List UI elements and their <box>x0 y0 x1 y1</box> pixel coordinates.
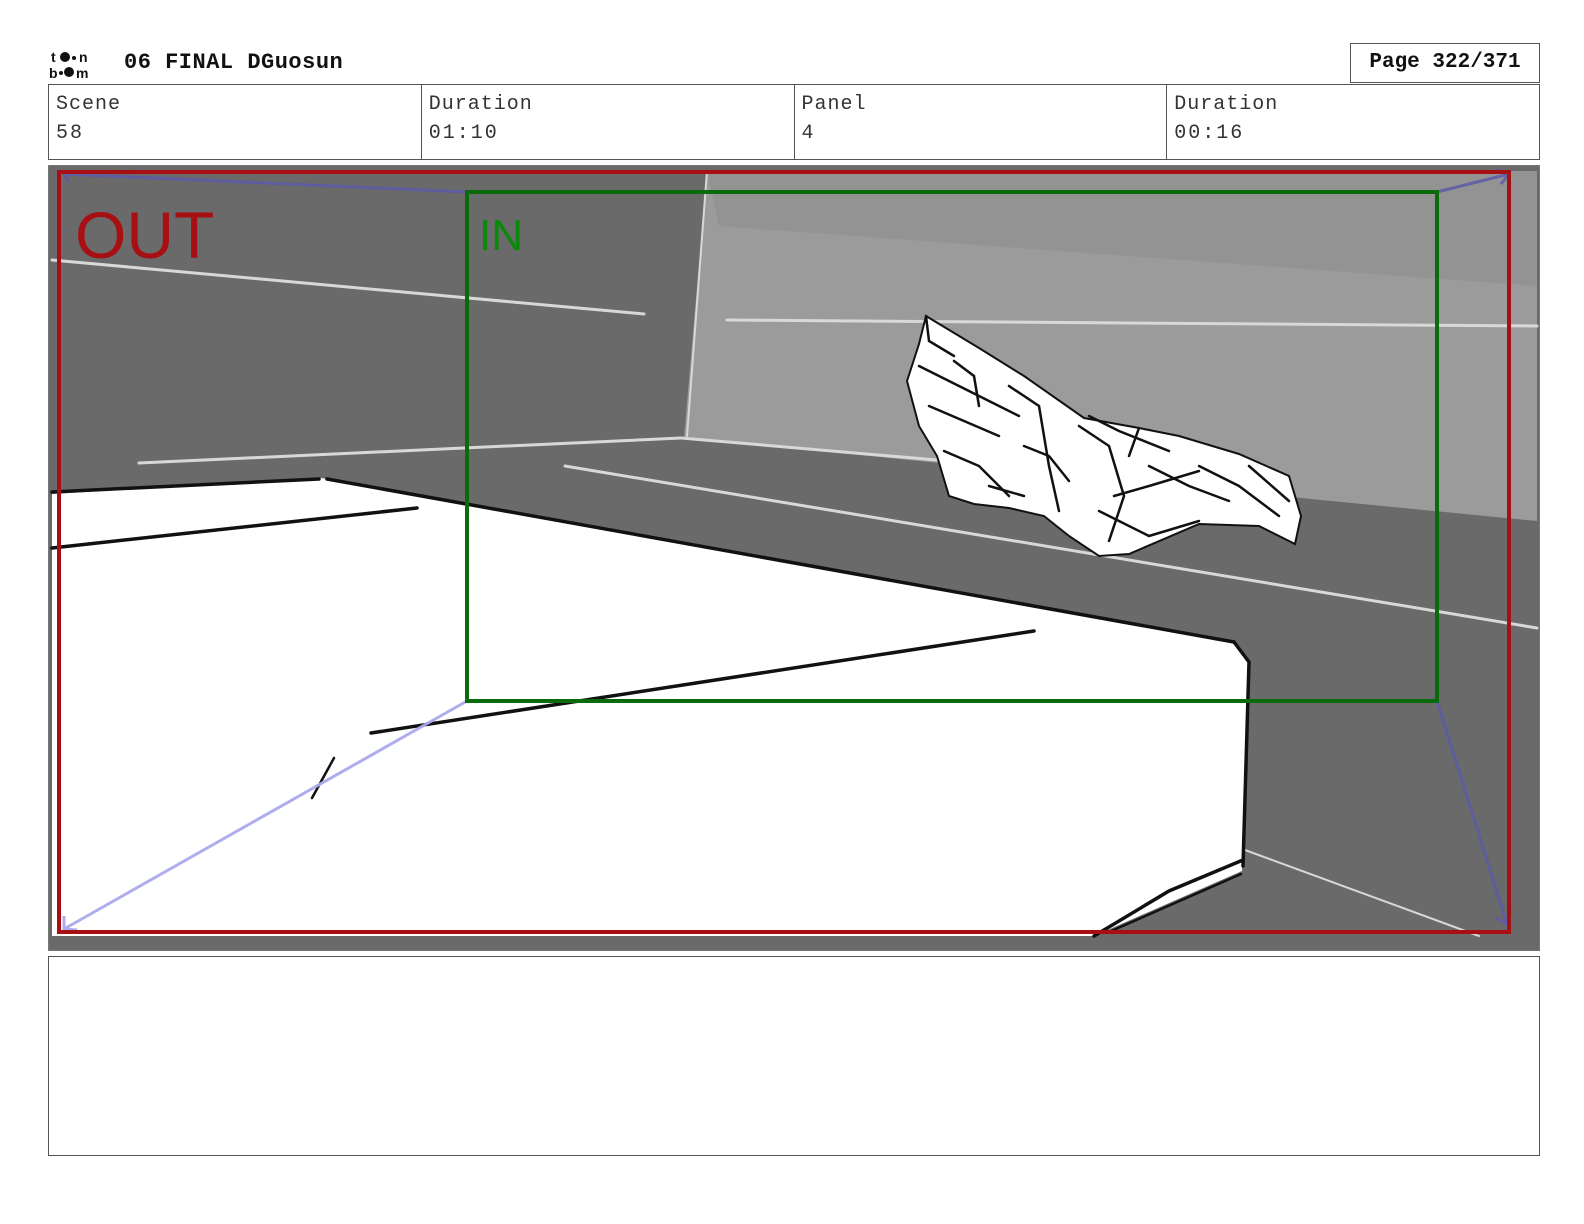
scene-label: Scene <box>56 93 122 116</box>
toon-boom-logo: t n b m <box>49 49 88 80</box>
scene-cell: Scene 58 <box>49 85 422 159</box>
document-title: 06 FINAL DGuosun <box>124 50 344 75</box>
out-label: OUT <box>75 198 214 272</box>
scene-info-table: Scene 58 Duration 01:10 Panel 4 Duration… <box>48 84 1540 160</box>
panel-duration-label: Duration <box>1174 93 1279 116</box>
scene-value: 58 <box>56 122 85 145</box>
svg-text:b: b <box>49 65 58 80</box>
panel-duration-cell: Duration 00:16 <box>1167 85 1539 159</box>
scene-duration-label: Duration <box>428 93 533 116</box>
scene-duration-value: 01:10 <box>428 122 499 145</box>
storyboard-panel: OUT IN <box>48 165 1540 951</box>
panel-drawing: OUT IN <box>49 166 1539 950</box>
svg-text:m: m <box>76 65 88 80</box>
panel-duration-value: 00:16 <box>1174 122 1245 145</box>
in-label: IN <box>479 211 523 260</box>
panel-notes <box>48 956 1540 1156</box>
scene-duration-cell: Duration 01:10 <box>422 85 795 159</box>
svg-text:n: n <box>79 49 88 65</box>
panel-cell: Panel 4 <box>795 85 1168 159</box>
svg-text:t: t <box>51 49 56 65</box>
panel-label: Panel <box>801 93 867 116</box>
page-number: Page 322/371 <box>1350 43 1540 83</box>
panel-value: 4 <box>801 122 816 145</box>
